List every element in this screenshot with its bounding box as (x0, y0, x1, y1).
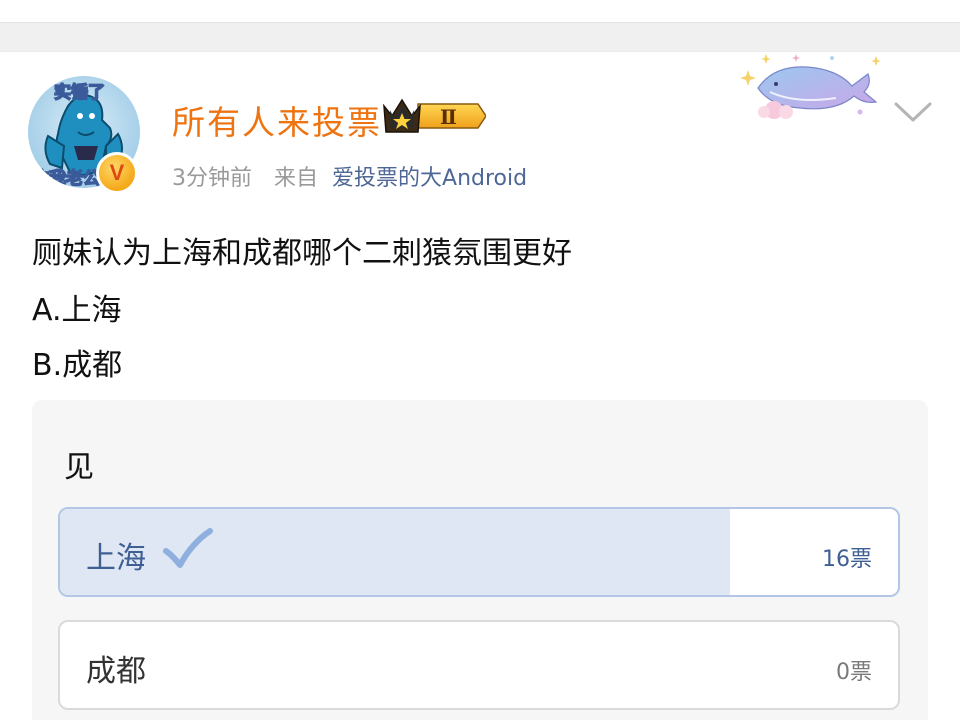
level-numeral: Ⅱ (440, 105, 457, 129)
verified-badge-icon: V (96, 152, 138, 194)
username[interactable]: 所有人来投票 (172, 96, 382, 144)
post-text-line: 厕妹认为上海和成都哪个二刺猿氛围更好 (32, 236, 572, 271)
avatar-caption-bottom: 这我老公 (31, 168, 101, 188)
crown-level-icon[interactable]: Ⅱ (382, 94, 487, 138)
poll-option-shanghai[interactable]: 上海 16票 (58, 507, 900, 597)
avatar[interactable]: 实锤了 这我老公 V (28, 72, 140, 196)
top-strip (0, 0, 960, 22)
post-text-option-a: A.上海 (32, 293, 122, 328)
poll-option-fill (60, 509, 731, 595)
from-label: 来自 (274, 166, 319, 191)
post-time: 3分钟前 (172, 166, 252, 191)
poll-option-count: 0票 (836, 660, 872, 685)
post-meta: 3分钟前 来自 爱投票的大Android (172, 160, 527, 192)
poll-card: 见 上海 16票 成都 0票 (32, 400, 928, 720)
check-icon (162, 527, 214, 571)
poll-option-label: 上海 (86, 541, 146, 576)
avatar-caption-top: 实锤了 (53, 82, 106, 104)
poll-option-chengdu[interactable]: 成都 0票 (58, 620, 900, 710)
post-text-option-b: B.成都 (32, 348, 123, 383)
whale-decoration-icon (736, 48, 886, 120)
poll-title: 见 (64, 450, 94, 485)
post-source-link[interactable]: 爱投票的大Android (332, 166, 527, 191)
chevron-down-icon[interactable] (890, 96, 936, 126)
poll-option-count: 16票 (822, 547, 872, 572)
poll-option-label: 成都 (86, 654, 146, 689)
